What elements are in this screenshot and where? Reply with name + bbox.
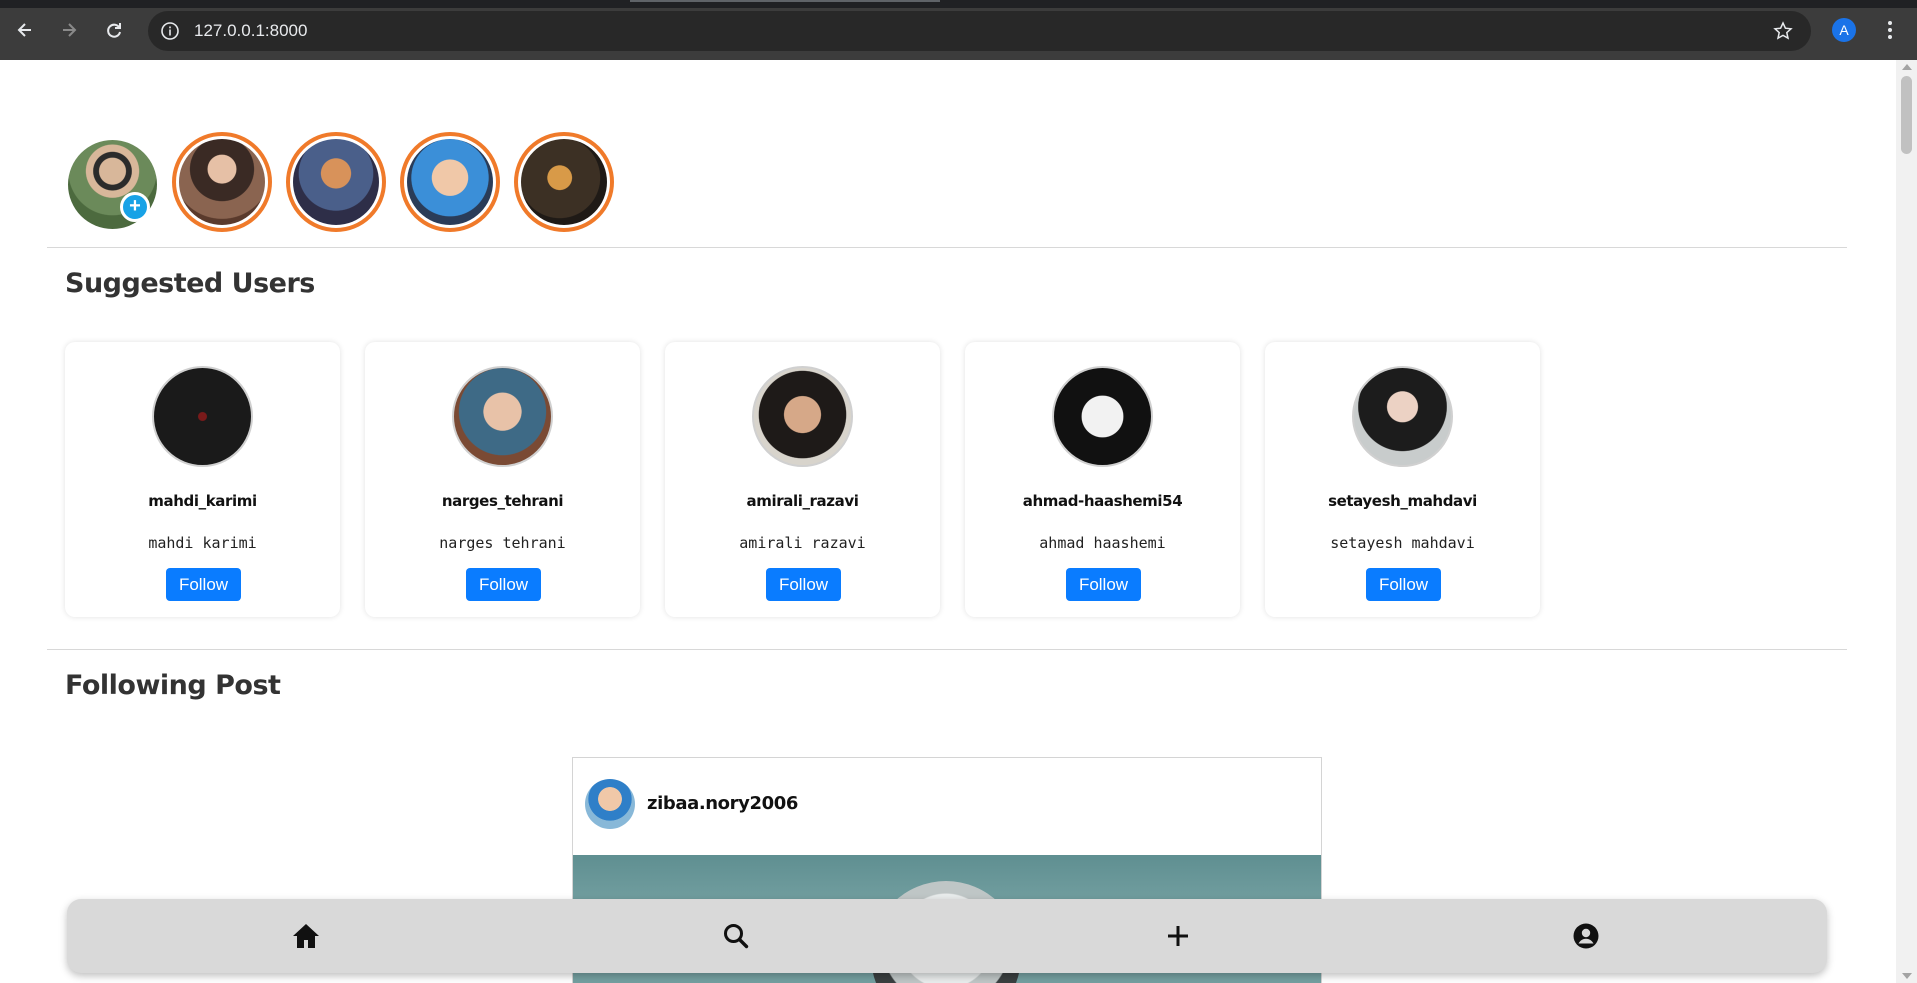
browser-toolbar: 127.0.0.1:8000 A (0, 0, 1917, 60)
own-story-avatar[interactable]: + (68, 140, 157, 229)
nav-home-button[interactable] (289, 919, 323, 953)
tab-strip (0, 0, 1917, 8)
username[interactable]: ahmad-haashemi54 (965, 492, 1240, 510)
user-avatar[interactable] (1052, 366, 1153, 467)
follow-button[interactable]: Follow (766, 568, 841, 601)
nav-profile-button[interactable] (1569, 919, 1603, 953)
following-post-title: Following Post (65, 670, 281, 701)
username[interactable]: amirali_razavi (665, 492, 940, 510)
follow-button[interactable]: Follow (1066, 568, 1141, 601)
full-name: setayesh mahdavi (1330, 534, 1475, 552)
full-name: amirali razavi (739, 534, 866, 552)
user-avatar[interactable] (452, 366, 553, 467)
suggested-user-card: ahmad-haashemi54 ahmad haashemi Follow (965, 342, 1240, 617)
full-name: narges tehrani (439, 534, 566, 552)
story-avatar (179, 139, 265, 225)
suggested-user-card: mahdi_karimi mahdi karimi Follow (65, 342, 340, 617)
username[interactable]: mahdi_karimi (65, 492, 340, 510)
bottom-navigation (67, 899, 1827, 973)
bookmark-star-icon[interactable] (1773, 21, 1793, 41)
reload-icon (107, 23, 121, 38)
story-item[interactable] (400, 132, 500, 232)
add-story-plus-icon[interactable]: + (120, 192, 150, 222)
suggested-user-card: setayesh_mahdavi setayesh mahdavi Follow (1265, 342, 1540, 617)
page-content: + Suggested Users mahdi_karimi mahdi kar… (0, 60, 1896, 983)
info-icon[interactable] (160, 21, 180, 41)
username[interactable]: narges_tehrani (365, 492, 640, 510)
story-avatar (293, 139, 379, 225)
user-avatar[interactable] (752, 366, 853, 467)
back-button[interactable] (11, 16, 39, 44)
page-scrollbar[interactable] (1896, 60, 1917, 983)
nav-search-button[interactable] (719, 919, 753, 953)
plus-icon (1168, 926, 1188, 946)
username[interactable]: setayesh_mahdavi (1265, 492, 1540, 510)
address-bar[interactable]: 127.0.0.1:8000 (148, 11, 1811, 51)
user-avatar[interactable] (152, 366, 253, 467)
scrollbar-thumb[interactable] (1901, 76, 1912, 154)
nav-create-button[interactable] (1161, 919, 1195, 953)
arrow-right-icon (63, 23, 77, 37)
follow-button[interactable]: Follow (466, 568, 541, 601)
suggested-user-card: narges_tehrani narges tehrani Follow (365, 342, 640, 617)
suggested-user-card: amirali_razavi amirali razavi Follow (665, 342, 940, 617)
divider (47, 247, 1847, 248)
story-avatar (521, 139, 607, 225)
profile-avatar-button[interactable]: A (1832, 18, 1856, 42)
forward-button[interactable] (55, 16, 83, 44)
post-author-avatar[interactable] (585, 779, 635, 829)
url-text[interactable]: 127.0.0.1:8000 (194, 21, 307, 41)
suggested-users-title: Suggested Users (65, 268, 315, 299)
divider (47, 649, 1847, 650)
profile-icon (1573, 923, 1599, 949)
follow-button[interactable]: Follow (166, 568, 241, 601)
full-name: mahdi karimi (148, 534, 257, 552)
reload-button[interactable] (100, 16, 128, 44)
scroll-down-arrow-icon[interactable] (1902, 973, 1912, 979)
story-item[interactable] (514, 132, 614, 232)
post-author-username[interactable]: zibaa.nory2006 (647, 793, 798, 814)
menu-dots-icon[interactable] (1880, 18, 1900, 42)
full-name: ahmad haashemi (1039, 534, 1166, 552)
story-item[interactable] (286, 132, 386, 232)
user-avatar[interactable] (1352, 366, 1453, 467)
follow-button[interactable]: Follow (1366, 568, 1441, 601)
home-icon (293, 924, 319, 948)
search-icon (724, 924, 749, 949)
scroll-up-arrow-icon[interactable] (1902, 64, 1912, 70)
arrow-left-icon (17, 23, 31, 37)
story-item[interactable] (172, 132, 272, 232)
story-avatar (407, 139, 493, 225)
